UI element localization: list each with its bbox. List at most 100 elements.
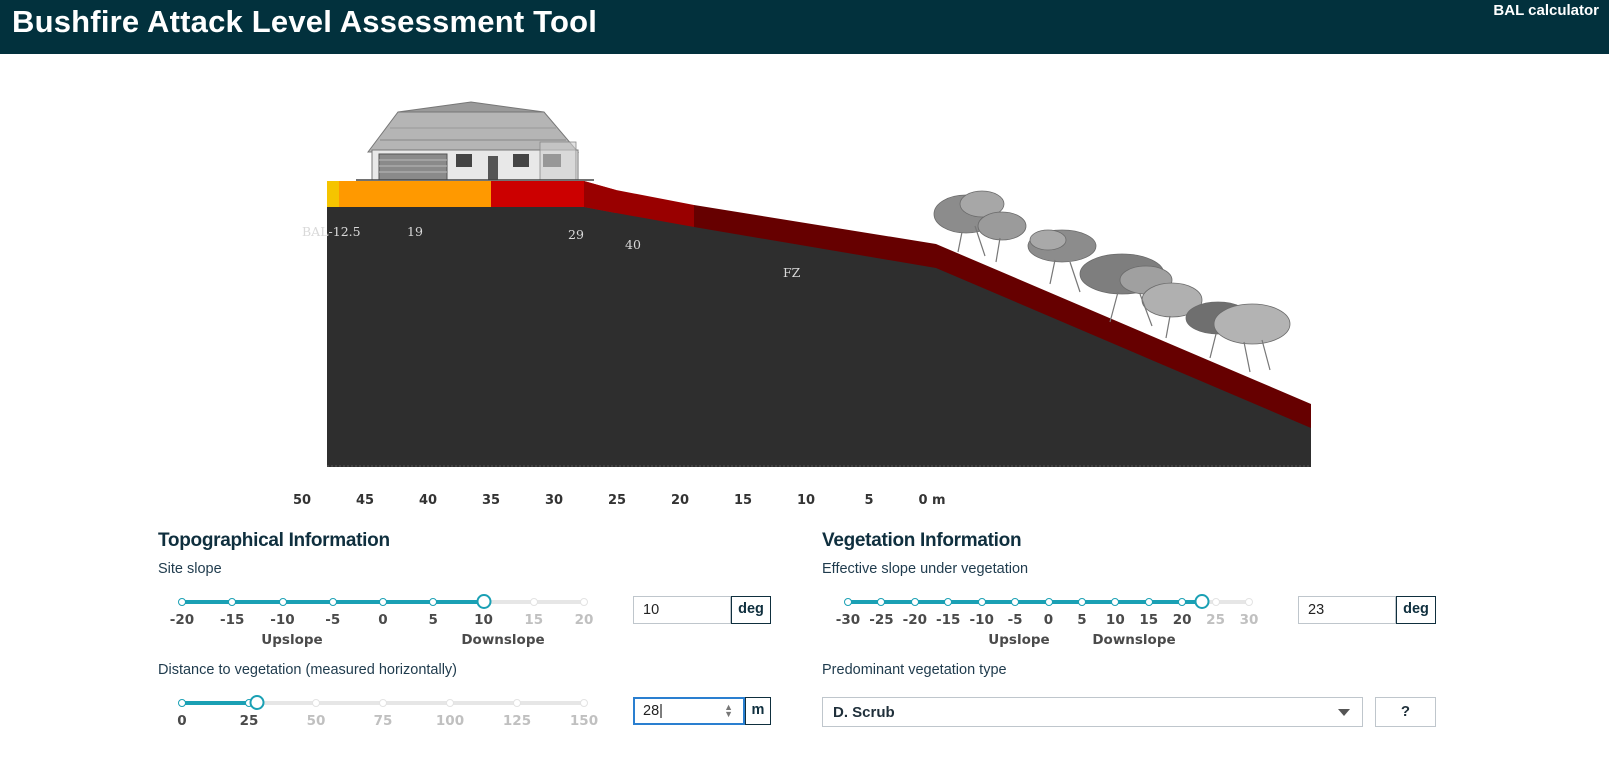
slider-tick-label: -5 xyxy=(325,612,341,628)
slider-tick-label: 15 xyxy=(524,612,544,628)
slider-tick-label: -10 xyxy=(270,612,295,628)
veg-type-help-button[interactable]: ? xyxy=(1375,697,1436,727)
ground xyxy=(327,181,1311,467)
distance-axis-label: 40 xyxy=(418,493,438,508)
slider-tick-label: 25 xyxy=(239,713,259,729)
distance-axis-label: 15 xyxy=(733,493,753,508)
slider-handle[interactable] xyxy=(476,594,491,609)
slider-tick[interactable] xyxy=(446,699,454,707)
slider-tick[interactable] xyxy=(228,598,237,606)
eff-slope-slider[interactable]: -30 -25 -20 -15 -10 -5 0 5 10 15 20 25 30 xyxy=(836,594,1258,628)
chevron-down-icon xyxy=(1338,709,1350,716)
distance-axis-label: 0 m xyxy=(918,493,946,508)
distance-axis-label: 5 xyxy=(864,493,874,508)
app-title: Bushfire Attack Level Assessment Tool xyxy=(12,4,598,39)
slider-tick-label: 20 xyxy=(1172,612,1192,628)
site-slope-input[interactable]: 10 xyxy=(633,596,731,624)
eff-slope-input[interactable]: 23 xyxy=(1298,596,1396,624)
slider-handle[interactable] xyxy=(1194,594,1210,609)
distance-axis-label: 25 xyxy=(607,493,627,508)
slider-tick[interactable] xyxy=(429,598,438,606)
terrain-cross-section xyxy=(327,101,1311,467)
zone-bal-19 xyxy=(339,181,491,207)
site-slope-downslope-label: Downslope xyxy=(461,632,545,648)
slider-tick-label: 15 xyxy=(1139,612,1159,628)
slider-tick[interactable] xyxy=(328,598,337,606)
app-subtitle: BAL calculator xyxy=(1493,2,1599,19)
slider-tick-label: 30 xyxy=(1239,612,1259,628)
slider-tick-label: 100 xyxy=(435,713,465,729)
distance-axis-label: 45 xyxy=(355,493,375,508)
slider-tick[interactable] xyxy=(178,699,186,707)
slider-tick-label: -15 xyxy=(220,612,245,628)
slider-tick-label: 25 xyxy=(1206,612,1225,628)
slider-tick-label: -25 xyxy=(869,612,894,628)
zone-label-fz: FZ xyxy=(783,265,801,280)
slider-tick-label: 125 xyxy=(502,713,532,729)
slider-tick-label: 20 xyxy=(574,612,594,628)
slider-tick[interactable] xyxy=(529,598,538,606)
slider-tick[interactable] xyxy=(312,699,320,707)
slider-tick-label: 150 xyxy=(569,713,599,729)
site-slope-upslope-label: Upslope xyxy=(261,632,323,648)
distance-axis-label: 20 xyxy=(670,493,690,508)
distance-slider[interactable]: 0 25 50 75 100 125 150 xyxy=(177,695,598,729)
distance-axis-label: 30 xyxy=(544,493,564,508)
slider-tick[interactable] xyxy=(178,598,186,606)
app-header: Bushfire Attack Level Assessment Tool BA… xyxy=(0,0,1609,54)
distance-axis-label: 35 xyxy=(481,493,501,508)
distance-axis-label: 10 xyxy=(796,493,816,508)
slider-tick[interactable] xyxy=(944,598,953,606)
slider-tick[interactable] xyxy=(379,699,387,707)
topo-section-title: Topographical Information xyxy=(158,530,390,551)
veg-type-label: Predominant vegetation type xyxy=(822,662,1007,678)
slider-tick[interactable] xyxy=(1178,598,1187,606)
slider-tick[interactable] xyxy=(1211,598,1220,606)
slider-tick[interactable] xyxy=(513,699,521,707)
slider-tick-label: 0 xyxy=(378,612,388,628)
slider-tick[interactable] xyxy=(977,598,986,606)
slider-tick[interactable] xyxy=(1111,598,1120,606)
slider-tick[interactable] xyxy=(580,699,588,707)
slider-tick-label: 5 xyxy=(1077,612,1087,628)
slider-tick[interactable] xyxy=(844,598,852,606)
slider-tick-label: -15 xyxy=(936,612,961,628)
slider-tick[interactable] xyxy=(877,598,886,606)
eff-slope-upslope-label: Upslope xyxy=(988,632,1050,648)
slider-tick-label: -20 xyxy=(169,612,195,628)
eff-slope-label: Effective slope under vegetation xyxy=(822,561,1029,577)
slider-tick[interactable] xyxy=(1044,598,1053,606)
zone-label-bal-40: 40 xyxy=(625,237,641,252)
slider-tick[interactable] xyxy=(1245,598,1253,606)
veg-type-selected: D. Scrub xyxy=(833,704,895,721)
site-slope-label: Site slope xyxy=(158,561,222,577)
distance-input-value: 28 xyxy=(643,703,660,719)
slider-tick[interactable] xyxy=(278,598,287,606)
zone-label-bal-12-5: BAL-12.5 xyxy=(302,224,361,239)
zone-label-bal-29: 29 xyxy=(568,227,584,242)
distance-input[interactable]: 28| ▲ ▼ xyxy=(633,697,745,725)
slider-tick-label: -20 xyxy=(902,612,928,628)
slider-tick-label: -5 xyxy=(1007,612,1023,628)
slider-tick-label: 5 xyxy=(428,612,438,628)
veg-section-title: Vegetation Information xyxy=(822,530,1022,551)
slider-tick-label: 10 xyxy=(1105,612,1125,628)
slider-tick[interactable] xyxy=(910,598,919,606)
slider-tick-label: 10 xyxy=(474,612,493,628)
slider-tick[interactable] xyxy=(1144,598,1153,606)
slider-tick-label: -10 xyxy=(969,612,994,628)
slider-tick[interactable] xyxy=(580,598,588,606)
slider-tick-label: 0 xyxy=(177,713,187,729)
slider-tick-label: 75 xyxy=(373,713,393,729)
distance-label: Distance to vegetation (measured horizon… xyxy=(158,662,458,678)
slider-tick[interactable] xyxy=(379,598,387,606)
eff-slope-downslope-label: Downslope xyxy=(1092,632,1176,648)
distance-axis-label: 50 xyxy=(292,493,312,508)
site-slope-slider[interactable]: -20 -15 -10 -5 0 5 10 15 20 xyxy=(170,594,593,628)
zone-label-bal-19: 19 xyxy=(407,224,423,239)
slider-handle[interactable] xyxy=(249,695,265,710)
veg-type-select[interactable]: D. Scrub xyxy=(822,697,1363,727)
slider-tick[interactable] xyxy=(1077,598,1086,606)
slider-tick[interactable] xyxy=(1011,598,1020,606)
spin-arrows-icon[interactable]: ▲ ▼ xyxy=(724,703,733,719)
